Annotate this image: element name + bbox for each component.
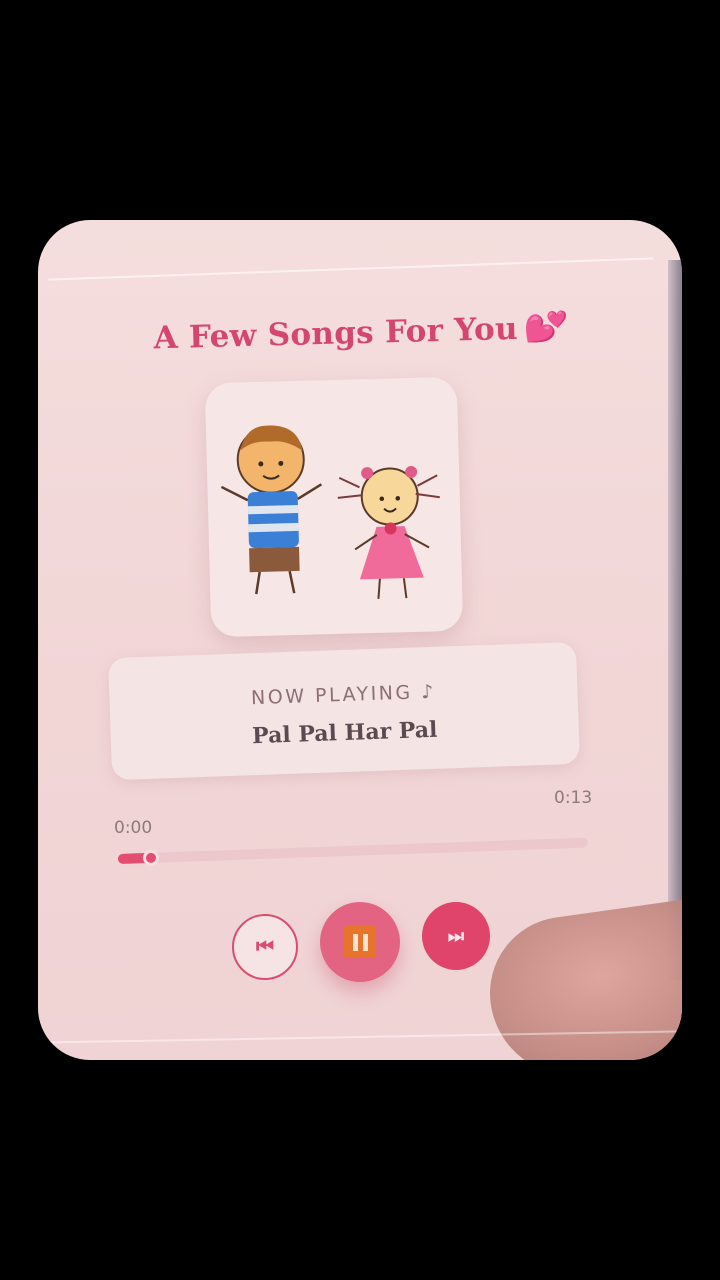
player-title-row: A Few Songs For You💕 (38, 304, 682, 361)
two-hearts-icon: 💕 (520, 303, 570, 351)
music-player-card: A Few Songs For You💕 NOW PLAYING ♪ Pal P… (38, 220, 682, 1060)
progress-bar[interactable] (117, 836, 588, 867)
girl-figure (337, 465, 440, 599)
now-playing-panel: NOW PLAYING ♪ Pal Pal Har Pal (108, 641, 580, 781)
card-edge (668, 260, 682, 980)
next-button[interactable]: ⏭ (422, 902, 490, 970)
album-art (204, 376, 464, 638)
skip-next-icon: ⏭ (447, 925, 465, 946)
elapsed-time: 0:00 (114, 818, 153, 838)
song-title: Pal Pal Har Pal (251, 716, 438, 750)
pause-icon (344, 926, 376, 958)
progress-thumb[interactable] (142, 849, 160, 867)
screen: A Few Songs For You💕 NOW PLAYING ♪ Pal P… (0, 0, 720, 1280)
kids-illustration (220, 425, 440, 599)
pause-button[interactable] (320, 902, 400, 982)
progress-track (117, 837, 588, 864)
divider (48, 257, 654, 281)
player-title: A Few Songs For You (153, 310, 519, 357)
skip-previous-icon: ⏮ (256, 935, 274, 958)
now-playing-label: NOW PLAYING ♪ (250, 680, 437, 710)
duration-time: 0:13 (554, 788, 593, 808)
previous-button[interactable]: ⏮ (232, 914, 298, 980)
boy-figure (220, 425, 323, 595)
